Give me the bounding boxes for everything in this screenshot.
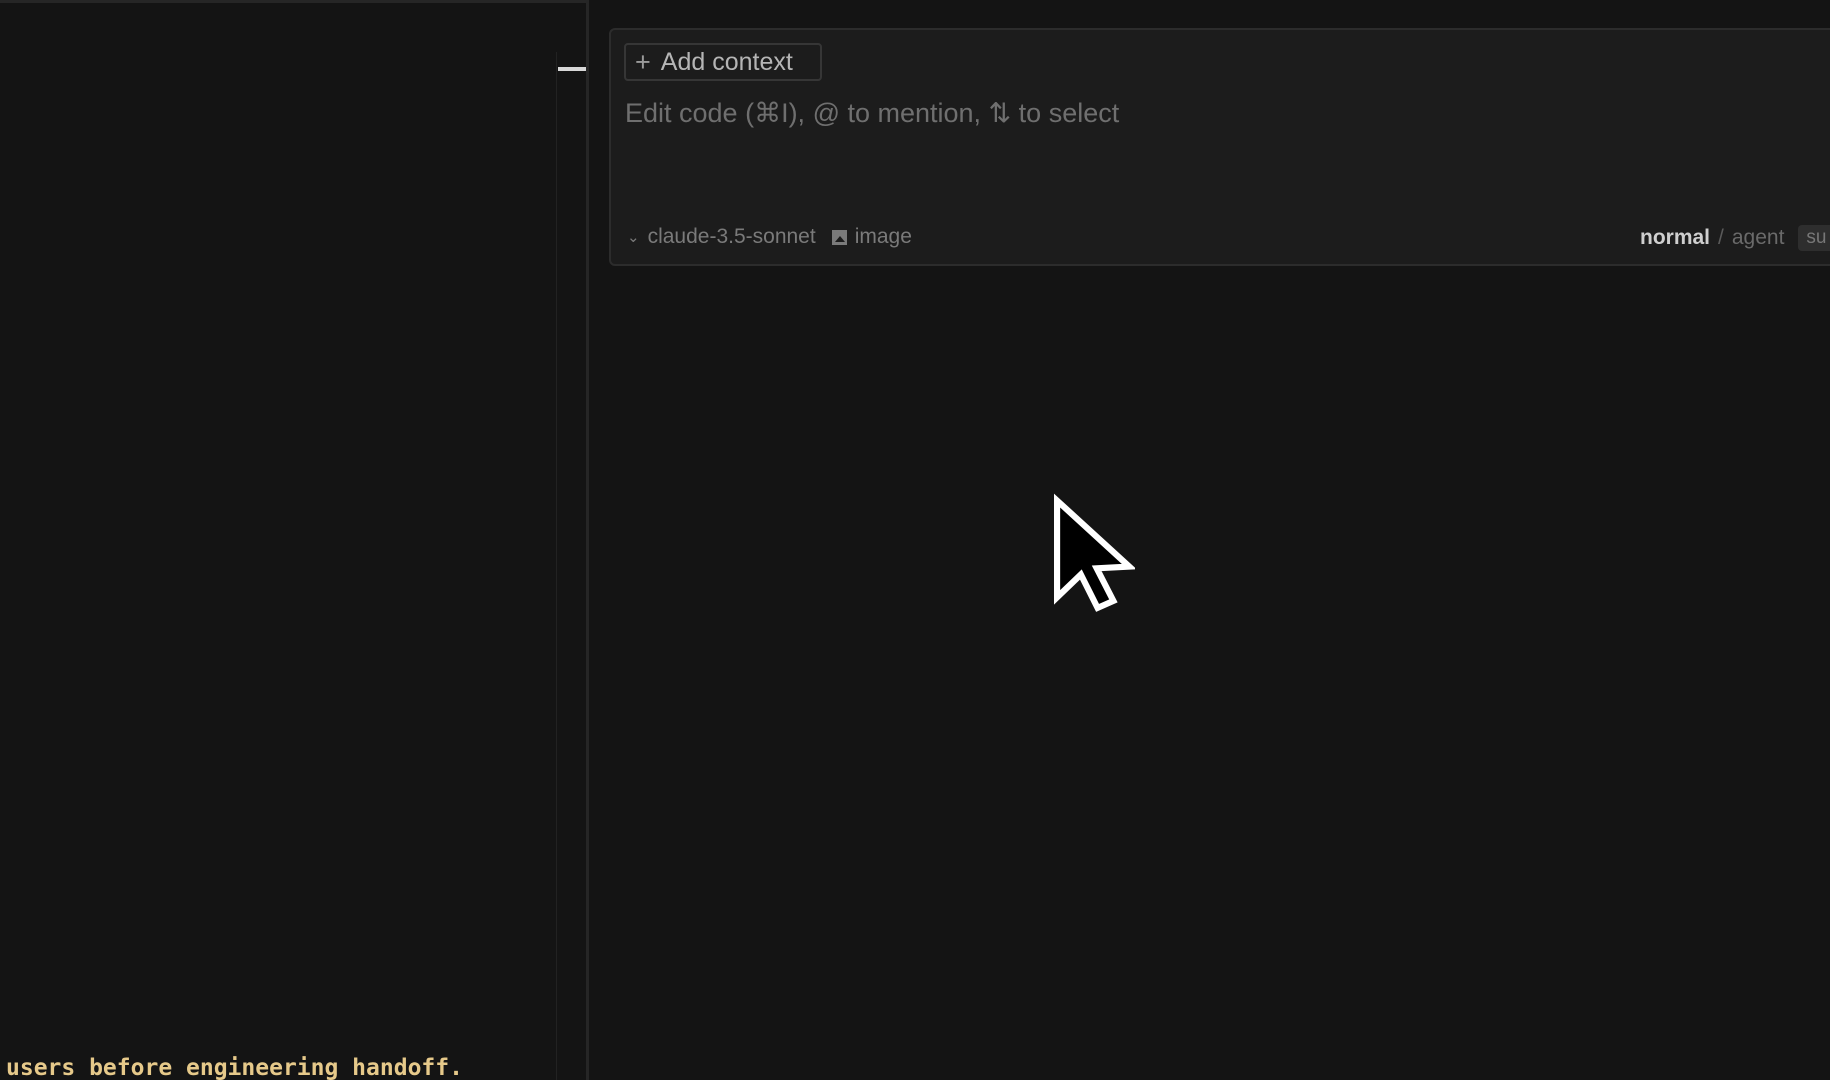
chevron-down-icon[interactable]: ⌄	[627, 228, 640, 246]
mode-agent-toggle[interactable]: agent	[1732, 226, 1785, 250]
model-selector[interactable]: claude-3.5-sonnet	[648, 225, 816, 249]
add-context-button[interactable]: + Add context	[624, 43, 822, 81]
plus-icon: +	[635, 46, 651, 77]
chat-input-placeholder[interactable]: Edit code (⌘I), @ to mention, ⇅ to selec…	[625, 98, 1119, 129]
editor-tab-divider	[0, 0, 586, 3]
mode-separator: /	[1718, 226, 1724, 249]
code-editor-pane[interactable]: users before engineering handoff.	[0, 0, 586, 1080]
mouse-pointer-icon	[1053, 493, 1135, 612]
add-context-label: Add context	[660, 47, 793, 76]
chat-input-footer-left: ⌄ claude-3.5-sonnet image	[627, 225, 912, 249]
editor-scrollbar-thumb[interactable]	[558, 67, 586, 71]
editor-code-line[interactable]: users before engineering handoff.	[6, 1053, 463, 1080]
chat-input-footer-right: normal / agent su	[1640, 225, 1830, 251]
editor-scrollbar[interactable]	[556, 52, 586, 1080]
submit-button[interactable]: su	[1798, 225, 1830, 251]
mode-normal-toggle[interactable]: normal	[1640, 226, 1710, 250]
image-icon[interactable]	[831, 229, 847, 245]
image-attach-button[interactable]: image	[855, 225, 912, 249]
